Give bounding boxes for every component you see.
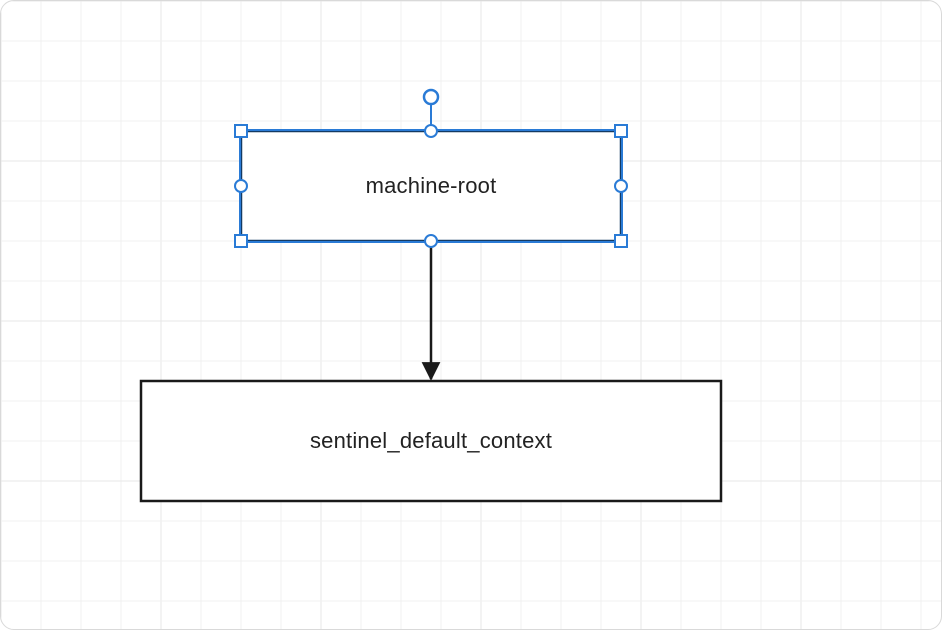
node-root[interactable]: machine-root	[235, 125, 627, 247]
diagram-svg[interactable]: sentinel_default_context machine-root	[1, 1, 942, 630]
port-handle-e[interactable]	[615, 180, 627, 192]
node-root-label: machine-root	[366, 173, 497, 198]
resize-handle-nw[interactable]	[235, 125, 247, 137]
resize-handle-ne[interactable]	[615, 125, 627, 137]
port-handle-w[interactable]	[235, 180, 247, 192]
node-ctx-label: sentinel_default_context	[310, 428, 552, 453]
port-handle-n[interactable]	[425, 125, 437, 137]
node-ctx[interactable]: sentinel_default_context	[141, 381, 721, 501]
port-handle-s[interactable]	[425, 235, 437, 247]
external-port-icon[interactable]	[424, 90, 438, 104]
resize-handle-se[interactable]	[615, 235, 627, 247]
grid	[1, 1, 942, 630]
resize-handle-sw[interactable]	[235, 235, 247, 247]
canvas-frame[interactable]: sentinel_default_context machine-root	[0, 0, 942, 630]
